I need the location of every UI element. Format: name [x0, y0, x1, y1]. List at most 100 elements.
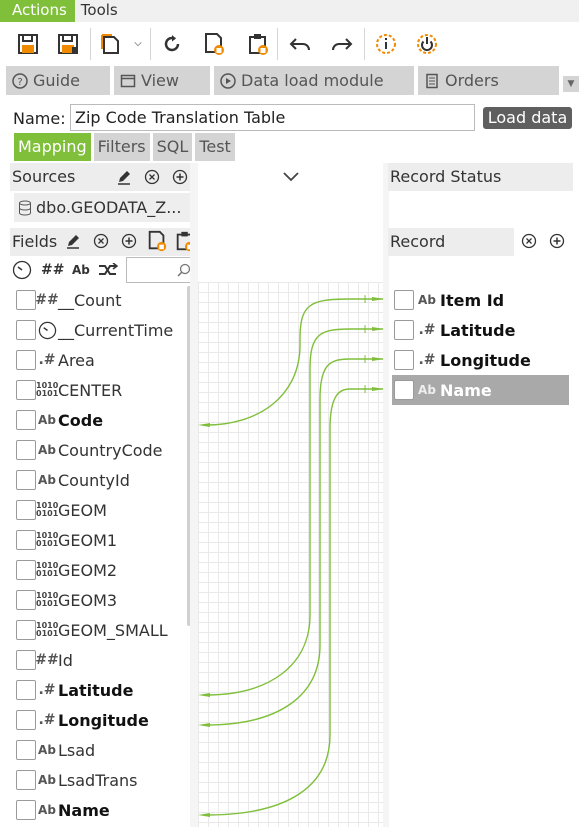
number-filter-icon[interactable]: ##	[41, 260, 64, 280]
field-checkbox[interactable]	[16, 740, 36, 760]
field-row[interactable]: Ab Lsad	[16, 735, 188, 765]
save-as-icon[interactable]	[54, 30, 82, 58]
field-row[interactable]: 1010 0101 GEOM2	[16, 555, 188, 585]
record-field-name: Name	[440, 380, 492, 400]
search-icon	[177, 263, 191, 277]
field-checkbox[interactable]	[16, 680, 36, 700]
question-icon: ?	[12, 72, 28, 89]
tab-sql[interactable]: SQL	[152, 133, 193, 161]
record-checkbox[interactable]	[394, 290, 414, 310]
field-checkbox[interactable]	[16, 410, 36, 430]
save-icon[interactable]	[14, 30, 42, 58]
field-row[interactable]: 1010 0101 CENTER	[16, 375, 188, 405]
record-checkbox[interactable]	[394, 350, 414, 370]
menu-tools[interactable]: Tools	[75, 0, 124, 22]
remove-icon[interactable]	[520, 232, 538, 250]
record-status-header: Record Status	[388, 163, 573, 191]
add-icon[interactable]	[171, 168, 189, 186]
record-checkbox[interactable]	[394, 380, 414, 400]
field-row[interactable]: Ab Name	[16, 795, 188, 825]
add-icon[interactable]	[548, 232, 566, 250]
add-icon[interactable]	[120, 232, 138, 250]
field-checkbox[interactable]	[16, 620, 36, 640]
source-item[interactable]: dbo.GEODATA_Z...	[14, 193, 191, 222]
clock-filter-icon[interactable]	[12, 260, 32, 280]
field-checkbox[interactable]	[16, 440, 36, 460]
name-input[interactable]	[70, 104, 475, 131]
record-row[interactable]: Ab Item Id	[392, 285, 569, 315]
tab-mapping[interactable]: Mapping	[14, 133, 91, 161]
field-checkbox[interactable]	[16, 560, 36, 580]
field-row[interactable]: 1010 0101 GEOM	[16, 495, 188, 525]
field-checkbox[interactable]	[16, 800, 36, 820]
field-checkbox[interactable]	[16, 590, 36, 610]
field-row[interactable]: Ab CountryCode	[16, 435, 188, 465]
field-checkbox[interactable]	[16, 320, 36, 340]
tab-test[interactable]: Test	[195, 133, 235, 161]
menu-actions[interactable]: Actions	[0, 0, 75, 22]
mapping-canvas[interactable]	[198, 282, 383, 827]
remove-icon[interactable]	[92, 232, 110, 250]
field-row[interactable]: Ab CountyId	[16, 465, 188, 495]
field-checkbox[interactable]	[16, 350, 36, 370]
refresh-icon[interactable]	[158, 30, 186, 58]
record-title: Record	[390, 232, 446, 251]
tab-guide[interactable]: ? Guide	[6, 66, 110, 95]
remove-icon[interactable]	[143, 168, 161, 186]
edit-icon[interactable]	[115, 168, 133, 186]
field-row[interactable]: ## __Count	[16, 285, 188, 315]
field-checkbox[interactable]	[16, 500, 36, 520]
redo-icon[interactable]	[328, 30, 356, 58]
tab-filters[interactable]: Filters	[93, 133, 150, 161]
toolbar-separator	[150, 28, 151, 60]
field-name: GEOM_SMALL	[58, 620, 168, 640]
field-checkbox[interactable]	[16, 710, 36, 730]
tab-view[interactable]: View	[114, 66, 210, 95]
field-name: Area	[58, 350, 95, 370]
field-row[interactable]: 1010 0101 GEOM3	[16, 585, 188, 615]
field-row[interactable]: __CurrentTime	[16, 315, 188, 345]
export-icon[interactable]	[146, 230, 168, 252]
record-row[interactable]: Ab Name	[392, 375, 569, 405]
field-name: Id	[58, 650, 73, 670]
load-data-button[interactable]: Load data	[483, 107, 572, 129]
field-row[interactable]: Ab Code	[16, 405, 188, 435]
new-document-icon[interactable]	[97, 30, 125, 58]
tab-orders[interactable]: Orders	[418, 66, 559, 95]
module-tabs: ? Guide View Data load module Orders ▼	[0, 66, 579, 96]
link-filter-icon[interactable]	[98, 260, 118, 280]
tab-data-load-module[interactable]: Data load module	[214, 66, 414, 95]
text-filter-icon[interactable]: Ab	[72, 260, 90, 280]
collapse-arrow-icon[interactable]: ▼	[563, 76, 579, 92]
binary-type-icon: 1010 0101	[36, 561, 59, 578]
field-row[interactable]: .# Longitude	[16, 705, 188, 735]
field-checkbox[interactable]	[16, 290, 36, 310]
export-icon[interactable]	[200, 30, 228, 58]
power-icon[interactable]	[413, 30, 441, 58]
field-checkbox[interactable]	[16, 470, 36, 490]
field-checkbox[interactable]	[16, 770, 36, 790]
dropdown-icon[interactable]	[131, 30, 145, 58]
field-row[interactable]: Ab LsadTrans	[16, 765, 188, 795]
edit-icon[interactable]	[64, 232, 82, 250]
field-checkbox[interactable]	[16, 380, 36, 400]
field-row[interactable]: .# Latitude	[16, 675, 188, 705]
field-name: Latitude	[58, 680, 134, 700]
field-name: CountyId	[58, 470, 130, 490]
field-row[interactable]: ## Id	[16, 645, 188, 675]
field-checkbox[interactable]	[16, 530, 36, 550]
info-icon[interactable]	[372, 30, 400, 58]
field-checkbox[interactable]	[16, 650, 36, 670]
field-row[interactable]: .# Area	[16, 345, 188, 375]
field-search-input[interactable]	[126, 257, 196, 283]
record-row[interactable]: .# Latitude	[392, 315, 569, 345]
field-name: GEOM	[58, 500, 107, 520]
record-checkbox[interactable]	[394, 320, 414, 340]
chevron-down-icon[interactable]	[282, 171, 300, 183]
field-row[interactable]: 1010 0101 GEOM_SMALL	[16, 615, 188, 645]
record-field-name: Item Id	[440, 290, 505, 310]
import-icon[interactable]	[244, 30, 272, 58]
field-row[interactable]: 1010 0101 GEOM1	[16, 525, 188, 555]
record-row[interactable]: .# Longitude	[392, 345, 569, 375]
undo-icon[interactable]	[286, 30, 314, 58]
